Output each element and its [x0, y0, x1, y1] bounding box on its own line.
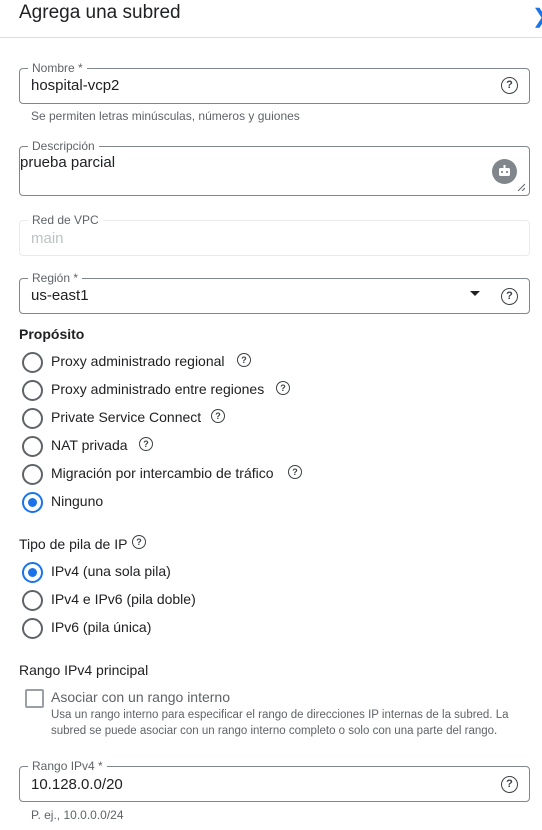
name-field-value[interactable]: hospital-vcp2 [31, 77, 119, 94]
help-icon[interactable]: ? [237, 353, 251, 367]
dropdown-arrow-icon[interactable] [470, 291, 480, 296]
ipv4-range-field-label: Rango IPv4 * [28, 759, 107, 773]
radio-selected[interactable] [22, 562, 43, 583]
ip-stack-option-dual[interactable]: IPv4 e IPv6 (pila doble) [22, 590, 352, 612]
vpc-field-value: main [31, 230, 64, 247]
purpose-option-peer-migration[interactable]: Migración por intercambio de tráfico [22, 464, 352, 486]
name-field-label: Nombre * [28, 61, 87, 75]
purpose-option-label: NAT privada [51, 437, 128, 453]
region-select-label: Región * [28, 271, 83, 285]
ipv4-range-hint: P. ej., 10.0.0.0/24 [31, 808, 124, 822]
radio-selected[interactable] [22, 492, 43, 513]
description-field-label: Descripción [28, 139, 99, 153]
name-field-hint: Se permiten letras minúsculas, números y… [31, 109, 300, 123]
radio-unselected[interactable] [22, 618, 43, 639]
radio-unselected[interactable] [22, 408, 43, 429]
primary-range-description-line1: Usa un rango interno para especificar el… [51, 709, 509, 721]
ip-stack-title: Tipo de pila de IP [19, 536, 128, 552]
radio-unselected[interactable] [22, 590, 43, 611]
ip-stack-option-label: IPv4 (una sola pila) [51, 563, 171, 579]
help-icon[interactable]: ? [501, 288, 518, 305]
resize-handle-icon[interactable] [517, 183, 525, 191]
ipv4-range-field-value[interactable]: 10.128.0.0/20 [31, 776, 123, 793]
ip-stack-option-ipv6[interactable]: IPv6 (pila única) [22, 618, 352, 640]
radio-unselected[interactable] [22, 464, 43, 485]
purpose-option-label: Proxy administrado regional [51, 353, 225, 369]
help-icon[interactable]: ? [132, 535, 146, 549]
internal-range-checkbox-label: Asociar con un rango interno [51, 689, 230, 705]
primary-range-description-line2: subred se puede asociar con un rango int… [51, 725, 498, 737]
purpose-option-label: Proxy administrado entre regiones [51, 381, 265, 397]
internal-range-checkbox[interactable] [25, 689, 44, 708]
purpose-option-label: Private Service Connect [51, 409, 202, 425]
purpose-option-private-nat[interactable]: NAT privada [22, 436, 352, 458]
help-icon[interactable]: ? [211, 409, 225, 423]
chevron-right-icon[interactable]: ❯ [532, 4, 542, 29]
vpc-field: Red de VPC main [19, 213, 530, 256]
help-icon[interactable]: ? [276, 381, 290, 395]
purpose-option-label: Migración por intercambio de tráfico [51, 465, 274, 481]
purpose-title: Propósito [19, 326, 85, 342]
help-icon[interactable]: ? [139, 437, 153, 451]
panel-title: Agrega una subred [19, 2, 181, 23]
purpose-option-label: Ninguno [51, 493, 104, 509]
purpose-option-cross-region-proxy[interactable]: Proxy administrado entre regiones [22, 380, 352, 402]
ip-stack-option-ipv4[interactable]: IPv4 (una sola pila) [22, 562, 352, 584]
description-field[interactable]: Descripción prueba parcial [19, 139, 530, 196]
name-field[interactable]: Nombre * hospital-vcp2 ? [19, 61, 530, 104]
ai-assist-icon[interactable] [492, 159, 517, 184]
help-icon[interactable]: ? [501, 77, 518, 94]
region-select-value[interactable]: us-east1 [31, 287, 89, 304]
help-icon[interactable]: ? [501, 776, 518, 793]
ipv4-range-field[interactable]: Rango IPv4 * 10.128.0.0/20 ? [19, 759, 530, 802]
ip-stack-option-label: IPv4 e IPv6 (pila doble) [51, 591, 196, 607]
purpose-option-regional-proxy[interactable]: Proxy administrado regional [22, 352, 352, 374]
radio-unselected[interactable] [22, 352, 43, 373]
primary-range-title: Rango IPv4 principal [19, 662, 149, 678]
radio-unselected[interactable] [22, 436, 43, 457]
radio-unselected[interactable] [22, 380, 43, 401]
panel-header: Agrega una subred ❯ [0, 0, 542, 38]
description-field-value[interactable]: prueba parcial [20, 154, 115, 171]
region-select[interactable]: Región * us-east1 ? [19, 271, 530, 314]
vpc-field-label: Red de VPC [28, 213, 103, 227]
ip-stack-option-label: IPv6 (pila única) [51, 619, 152, 635]
help-icon[interactable]: ? [288, 465, 302, 479]
purpose-option-private-service-connect[interactable]: Private Service Connect [22, 408, 352, 430]
purpose-option-none[interactable]: Ninguno [22, 492, 352, 514]
